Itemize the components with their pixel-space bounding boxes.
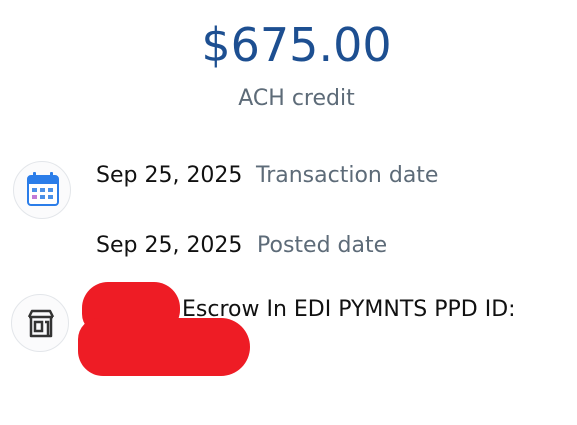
- store-icon: [27, 309, 55, 338]
- transaction-date-value: Sep 25, 2025: [96, 163, 243, 188]
- merchant-description: Escrow In EDI PYMNTS PPD ID:: [182, 297, 516, 322]
- transaction-amount: $675.00: [201, 18, 392, 72]
- posted-date-label: Posted date: [257, 233, 388, 258]
- redaction-mark: [78, 318, 250, 376]
- calendar-icon-badge: [13, 161, 71, 219]
- posted-date-value: Sep 25, 2025: [96, 233, 243, 258]
- calendar-icon: [27, 172, 59, 206]
- transaction-date-label: Transaction date: [256, 163, 439, 188]
- transaction-type: ACH credit: [238, 86, 355, 111]
- store-icon-badge: [11, 294, 69, 352]
